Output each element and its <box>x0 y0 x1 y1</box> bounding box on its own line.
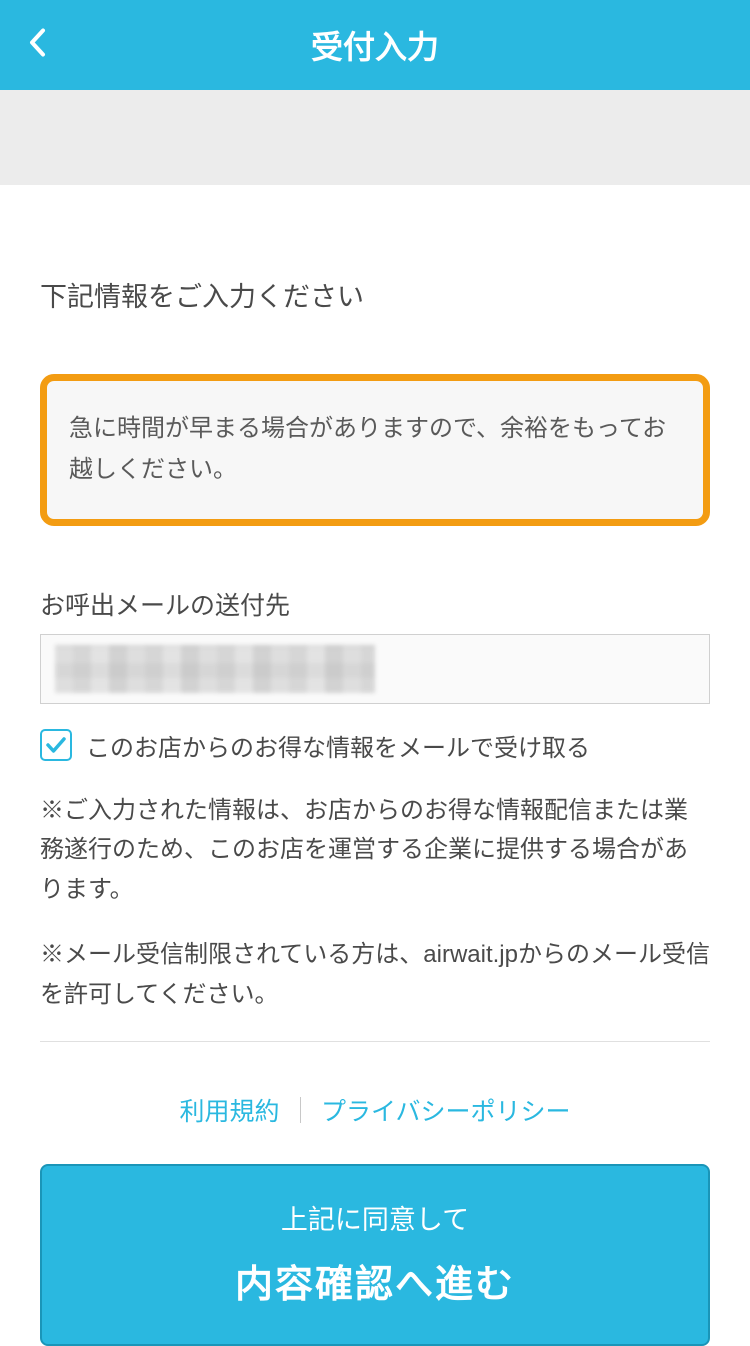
divider <box>40 1041 710 1042</box>
notice-text: 急に時間が早まる場合がありますので、余裕をもってお越しください。 <box>69 409 681 491</box>
email-input[interactable] <box>40 634 710 704</box>
notice-box: 急に時間が早まる場合がありますので、余裕をもってお越しください。 <box>40 374 710 526</box>
submit-line2: 内容確認へ進む <box>42 1253 708 1308</box>
optin-checkbox[interactable] <box>40 729 72 761</box>
submit-line1: 上記に同意して <box>42 1198 708 1237</box>
app-header: 受付入力 <box>0 0 750 90</box>
submit-button[interactable]: 上記に同意して 内容確認へ進む <box>40 1164 710 1346</box>
page-title: 受付入力 <box>311 22 439 68</box>
back-button[interactable] <box>28 28 46 63</box>
links-row: 利用規約 プライバシーポリシー <box>40 1092 710 1128</box>
disclaimer-1: ※ご入力された情報は、お店からのお得な情報配信または業務遂行のため、このお店を運… <box>40 791 710 910</box>
terms-link[interactable]: 利用規約 <box>179 1092 279 1128</box>
check-icon <box>45 734 67 756</box>
disclaimer-2: ※メール受信制限されている方は、airwait.jpからのメール受信を許可してく… <box>40 935 710 1014</box>
instruction-text: 下記情報をご入力ください <box>40 275 710 314</box>
optin-checkbox-row: このお店からのお得な情報をメールで受け取る <box>40 728 710 763</box>
link-divider <box>300 1097 302 1123</box>
chevron-left-icon <box>28 28 46 58</box>
email-value-redacted <box>55 645 375 693</box>
privacy-link[interactable]: プライバシーポリシー <box>321 1092 571 1128</box>
email-field-label: お呼出メールの送付先 <box>40 586 710 622</box>
banner-area <box>0 90 750 185</box>
optin-checkbox-label: このお店からのお得な情報をメールで受け取る <box>86 728 590 763</box>
